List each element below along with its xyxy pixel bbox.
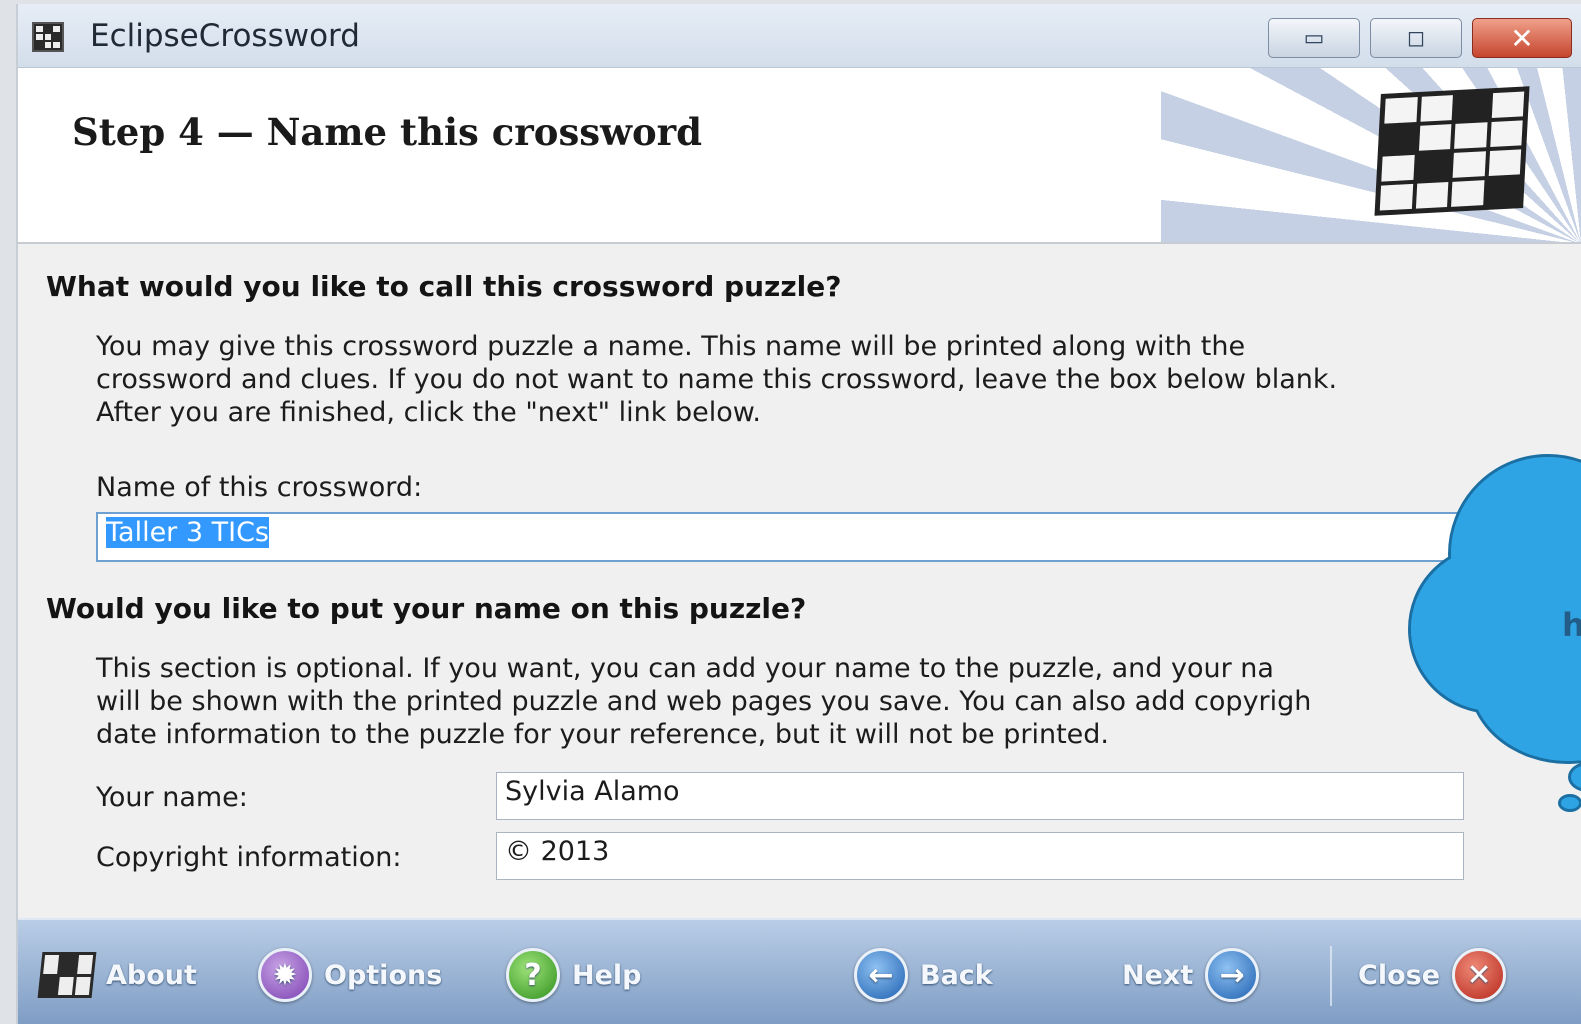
crossword-name-input[interactable]: Taller 3 TICs	[96, 512, 1496, 562]
author-section-heading: Would you like to put your name on this …	[46, 592, 807, 625]
close-icon: ✕	[1452, 948, 1507, 1002]
minimize-button[interactable]: ▭	[1268, 18, 1360, 58]
back-button[interactable]: ← Back	[854, 946, 993, 1004]
copyright-value: © 2013	[505, 836, 610, 867]
copyright-label: Copyright information:	[96, 842, 402, 873]
next-label: Next	[1122, 959, 1194, 991]
maximize-button[interactable]: ◻	[1370, 18, 1462, 58]
next-button[interactable]: Next →	[1122, 946, 1260, 1004]
your-name-value: Sylvia Alamo	[505, 776, 680, 807]
close-icon: ✕	[1510, 21, 1534, 55]
wizard-toolbar: About ✹ Options ? Help ← Back Next → Clo…	[18, 918, 1581, 1024]
close-label: Close	[1358, 959, 1441, 991]
back-label: Back	[920, 959, 993, 991]
eclipsecrossword-window: EclipseCrossword ▭ ◻ ✕ Step 4 — Name thi…	[16, 4, 1581, 1024]
about-label: About	[106, 959, 197, 991]
your-name-label: Your name:	[96, 782, 248, 813]
name-section-description: You may give this crossword puzzle a nam…	[96, 331, 1338, 428]
close-window-button[interactable]: ✕	[1472, 18, 1572, 58]
arrow-right-icon: →	[1205, 948, 1260, 1002]
window-title: EclipseCrossword	[90, 18, 360, 54]
help-button[interactable]: ? Help	[506, 946, 642, 1004]
crossword-name-value: Taller 3 TICs	[106, 517, 270, 548]
options-label: Options	[324, 959, 443, 991]
wizard-header: Step 4 — Name this crossword	[18, 68, 1581, 244]
crossword-grid-icon	[1374, 86, 1530, 216]
copyright-input[interactable]: © 2013	[496, 832, 1464, 880]
your-name-input[interactable]: Sylvia Alamo	[496, 772, 1464, 820]
about-button[interactable]: About	[37, 946, 197, 1004]
wizard-content: What would you like to call this crosswo…	[18, 246, 1581, 918]
help-label: Help	[572, 959, 642, 991]
crossword-about-icon	[37, 952, 97, 998]
callout-text: h	[1562, 606, 1581, 644]
close-button[interactable]: Close ✕	[1358, 946, 1507, 1004]
options-button[interactable]: ✹ Options	[258, 946, 442, 1004]
author-section-description: This section is optional. If you want, y…	[96, 653, 1312, 750]
star-icon: ✹	[258, 948, 312, 1002]
callout-cloud	[1408, 454, 1581, 844]
crossword-name-label: Name of this crossword:	[96, 472, 423, 503]
maximize-icon: ◻	[1406, 25, 1426, 51]
question-icon: ?	[506, 948, 560, 1002]
arrow-left-icon: ←	[854, 948, 908, 1002]
name-section-heading: What would you like to call this crosswo…	[46, 270, 842, 303]
app-logo-icon	[32, 22, 64, 52]
title-bar: EclipseCrossword ▭ ◻ ✕	[18, 4, 1581, 68]
minimize-icon: ▭	[1303, 25, 1325, 51]
toolbar-divider	[1330, 946, 1332, 1006]
page-title: Step 4 — Name this crossword	[72, 110, 702, 154]
